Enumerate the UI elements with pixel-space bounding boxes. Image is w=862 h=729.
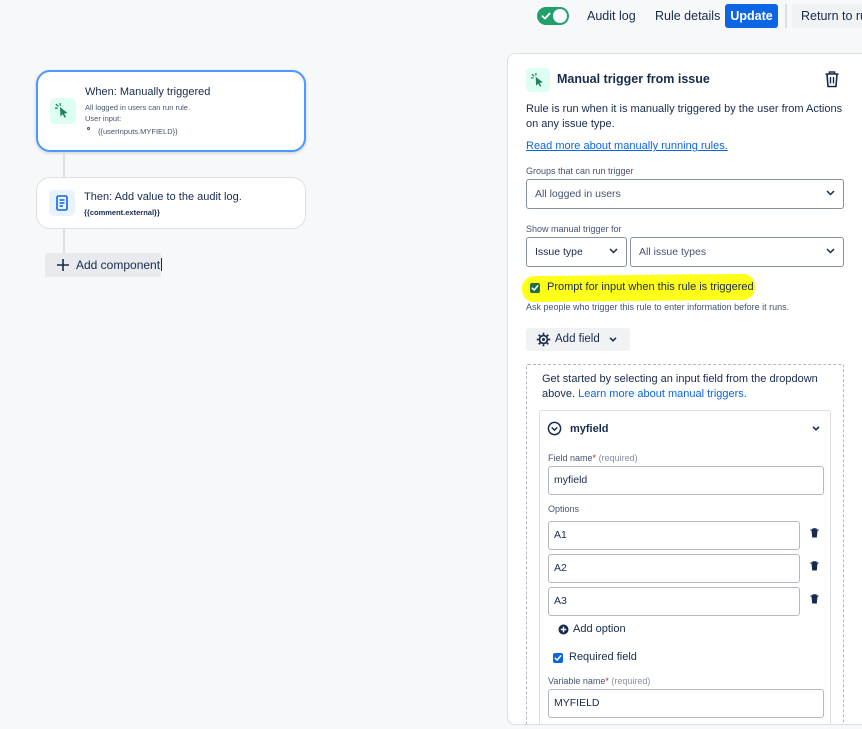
required-hint: (required) bbox=[598, 453, 638, 463]
groups-select-value: All logged in users bbox=[535, 188, 621, 200]
prompt-input-label[interactable]: Prompt for input when this rule is trigg… bbox=[547, 281, 754, 293]
option-input[interactable]: A3 bbox=[548, 587, 800, 616]
variable-name-label: Variable name* (required) bbox=[548, 676, 650, 686]
required-hint: (required) bbox=[611, 676, 651, 686]
trash-icon[interactable] bbox=[810, 594, 819, 604]
groups-select[interactable]: All logged in users bbox=[526, 179, 844, 209]
option-input[interactable]: A2 bbox=[548, 554, 800, 583]
chevron-down-icon bbox=[609, 337, 617, 342]
cursor-click-icon bbox=[526, 68, 550, 92]
issue-types-select[interactable]: All issue types bbox=[630, 237, 844, 267]
get-started-text: Get started by selecting an input field … bbox=[542, 372, 832, 402]
read-more-link[interactable]: Read more about manually running rules. bbox=[526, 140, 728, 152]
option-input[interactable]: A1 bbox=[548, 521, 800, 550]
required-star: * bbox=[592, 453, 597, 463]
trigger-node[interactable]: When: Manually triggered All logged in u… bbox=[36, 70, 306, 152]
learn-more-link[interactable]: Learn more about manual triggers. bbox=[578, 388, 747, 400]
field-name-label: Field name* (required) bbox=[548, 453, 638, 463]
field-name-label-text: Field name bbox=[548, 453, 593, 463]
trigger-title: When: Manually triggered bbox=[85, 86, 211, 98]
panel-title: Manual trigger from issue bbox=[557, 72, 710, 86]
add-option-label: Add option bbox=[573, 623, 626, 635]
plus-circle-icon bbox=[558, 624, 569, 635]
document-icon bbox=[49, 190, 75, 216]
required-field-checkbox[interactable] bbox=[553, 653, 563, 663]
trash-icon[interactable] bbox=[810, 528, 819, 538]
issue-type-select-value: Issue type bbox=[535, 246, 583, 258]
required-star: * bbox=[605, 676, 609, 686]
options-label: Options bbox=[548, 504, 580, 514]
trigger-permission-text: All logged in users can run rule. bbox=[85, 103, 191, 112]
field-name-input[interactable]: myfield bbox=[548, 466, 824, 495]
check-icon bbox=[541, 11, 551, 21]
required-field-label[interactable]: Required field bbox=[569, 651, 637, 663]
trigger-description: Rule is run when it is manually triggere… bbox=[526, 103, 843, 130]
action-subtitle: {{comment.external}} bbox=[84, 208, 160, 217]
add-component-button[interactable]: Add component bbox=[45, 253, 163, 277]
chevron-down-icon bbox=[609, 248, 618, 254]
trigger-user-input-label: User input: bbox=[85, 114, 122, 123]
bullet-icon bbox=[87, 127, 90, 130]
gear-icon bbox=[536, 332, 551, 347]
groups-label: Groups that can run trigger bbox=[526, 166, 634, 176]
add-field-button[interactable]: Add field bbox=[526, 328, 630, 351]
flow-connector bbox=[63, 229, 65, 253]
cursor-click-icon bbox=[50, 98, 76, 124]
chevron-down-icon bbox=[826, 248, 835, 254]
field-card: myfield Field name* (required) myfield O… bbox=[539, 410, 831, 724]
toggle-knob bbox=[553, 9, 567, 23]
prompt-input-helper: Ask people who trigger this rule to ente… bbox=[526, 302, 790, 312]
toolbar-divider bbox=[785, 4, 787, 28]
flow-connector bbox=[63, 153, 65, 177]
audit-log-button[interactable]: Audit log bbox=[587, 4, 636, 28]
add-component-label: Add component bbox=[76, 258, 161, 272]
text-cursor bbox=[161, 258, 163, 271]
rule-details-button[interactable]: Rule details bbox=[655, 4, 720, 28]
update-button[interactable]: Update bbox=[725, 4, 778, 28]
add-option-button[interactable]: Add option bbox=[558, 623, 626, 635]
trash-icon[interactable] bbox=[810, 561, 819, 571]
trash-icon[interactable] bbox=[824, 70, 840, 88]
variable-name-label-text: Variable name bbox=[548, 676, 606, 686]
show-for-label: Show manual trigger for bbox=[526, 224, 622, 234]
return-to-rules-button[interactable]: Return to rules bbox=[792, 4, 862, 28]
trigger-config-panel: Manual trigger from issue Rule is run wh… bbox=[507, 53, 862, 725]
add-field-label: Add field bbox=[555, 333, 600, 345]
chevron-down-icon bbox=[826, 190, 835, 196]
variable-name-input[interactable]: MYFIELD bbox=[548, 689, 824, 718]
collapse-circle-icon[interactable] bbox=[547, 421, 562, 436]
issue-types-select-value: All issue types bbox=[639, 246, 707, 258]
rule-enabled-toggle[interactable] bbox=[537, 7, 569, 25]
field-card-title: myfield bbox=[570, 423, 609, 435]
action-node[interactable]: Then: Add value to the audit log. {{comm… bbox=[36, 177, 306, 229]
chevron-down-icon[interactable] bbox=[812, 426, 820, 431]
prompt-input-checkbox[interactable] bbox=[530, 283, 540, 293]
action-title: Then: Add value to the audit log. bbox=[84, 191, 242, 203]
plus-icon bbox=[56, 258, 70, 272]
issue-type-select[interactable]: Issue type bbox=[526, 237, 627, 267]
trigger-user-input-variable: {{userInputs.MYFIELD}} bbox=[98, 127, 178, 136]
